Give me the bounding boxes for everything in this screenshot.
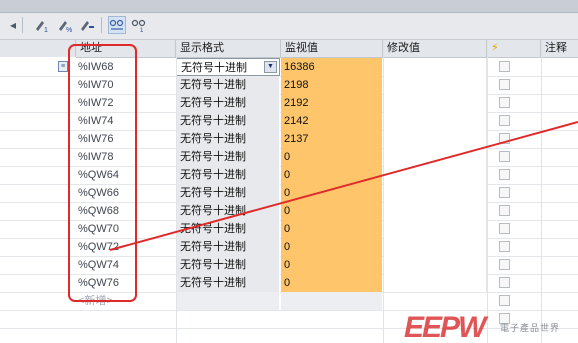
eepw-logo-letters: EEPW (404, 311, 489, 343)
watermark-subtitle: 電子產品世界 (500, 323, 561, 333)
watch-table-window: ◂ 1 % 1 地址 显示格式 监视值 修改值 ⚡ 注释 ≡ %IW68 无符号十进… (0, 0, 578, 343)
red-arrow-line (109, 121, 578, 251)
eepw-watermark: EEPW 電子產品世界 (400, 310, 578, 343)
annotation-arrow (109, 121, 578, 251)
